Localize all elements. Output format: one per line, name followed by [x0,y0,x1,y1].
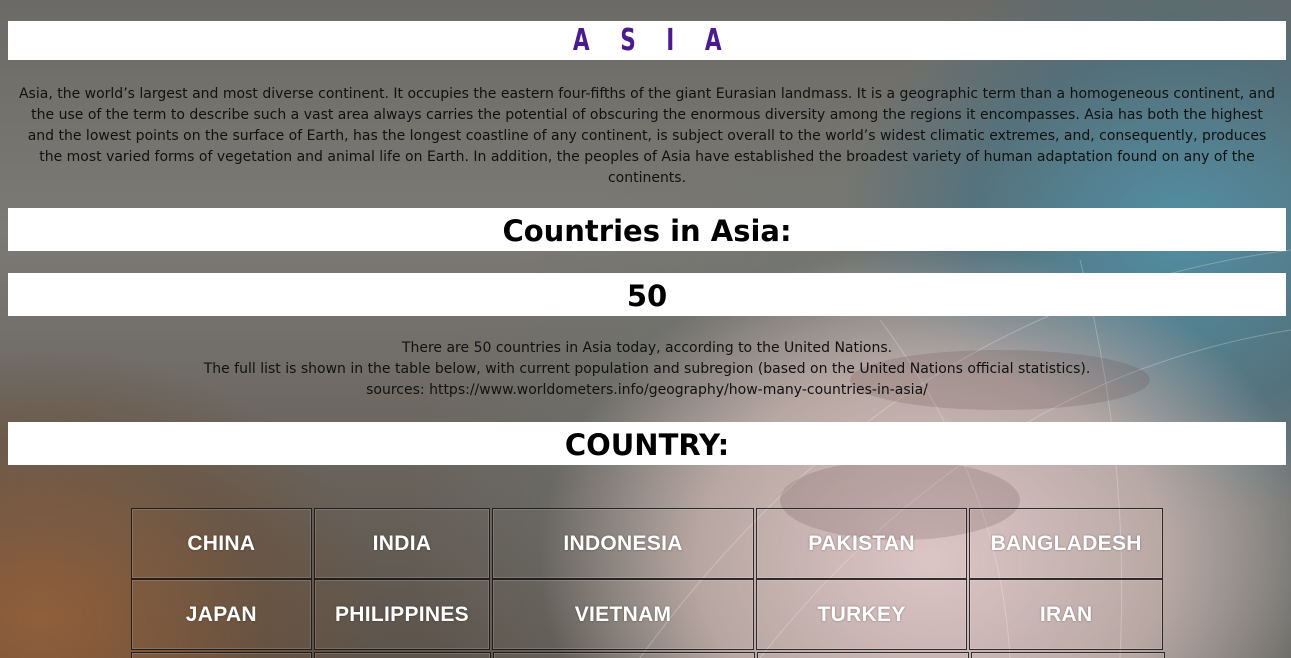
intro-paragraph: Asia, the world’s largest and most diver… [18,86,1275,186]
info-line-count: There are 50 countries in Asia today, ac… [401,340,893,356]
country-cell-indonesia[interactable]: INDONESIA [492,508,754,579]
country-cell[interactable] [493,652,755,658]
country-cell[interactable] [314,652,491,658]
country-cell-pakistan[interactable]: PAKISTAN [755,508,968,579]
info-line-sources: sources: https://www.worldometers.info/g… [366,382,928,398]
country-cell-philippines[interactable]: PHILIPPINES [313,579,491,650]
country-row: JAPAN PHILIPPINES VIETNAM TURKEY IRAN [130,579,1164,650]
country-cell-china[interactable]: CHINA [131,508,312,579]
country-heading: COUNTRY: [8,422,1286,465]
country-cell-turkey[interactable]: TURKEY [755,579,968,650]
country-cell[interactable] [971,652,1165,658]
country-cell-vietnam[interactable]: VIETNAM [492,579,754,650]
country-cell-bangladesh[interactable]: BANGLADESH [969,508,1163,579]
country-cell[interactable] [757,652,969,658]
country-cell-japan[interactable]: JAPAN [131,579,312,650]
countries-heading: Countries in Asia: [8,208,1286,251]
country-cell-india[interactable]: INDIA [313,508,491,579]
country-row-partial [130,652,1166,658]
info-block: There are 50 countries in Asia today, ac… [8,338,1286,401]
country-cell-iran[interactable]: IRAN [969,579,1163,650]
country-cell[interactable] [131,652,312,658]
country-grid: CHINA INDIA INDONESIA PAKISTAN BANGLADES… [130,508,1164,650]
country-row: CHINA INDIA INDONESIA PAKISTAN BANGLADES… [130,508,1164,579]
page-title: A S I A [572,23,733,58]
info-line-table: The full list is shown in the table belo… [203,361,1091,377]
country-count: 50 [8,273,1286,316]
page-title-band: A S I A [8,21,1286,60]
